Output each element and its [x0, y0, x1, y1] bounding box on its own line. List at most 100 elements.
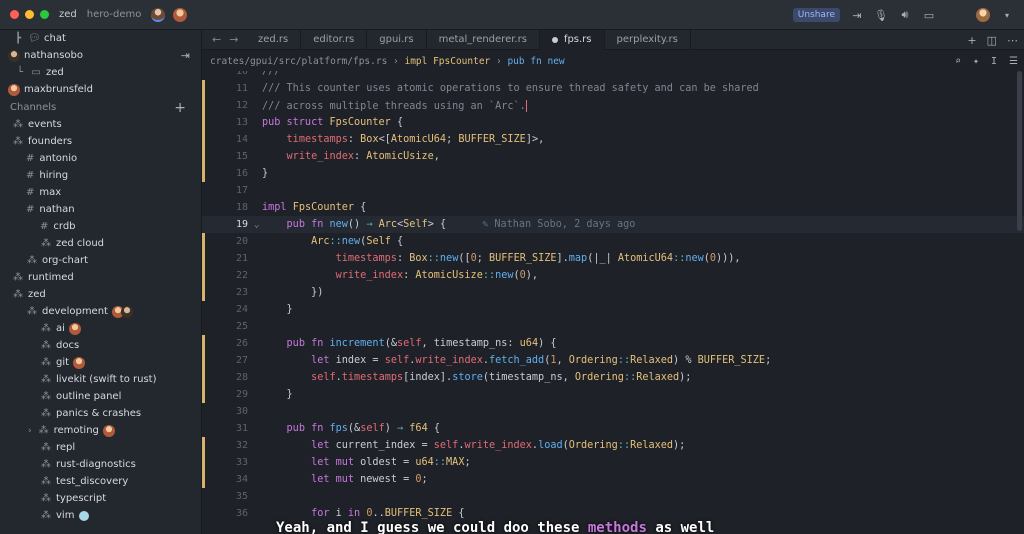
- sidebar-item-label: livekit (swift to rust): [56, 374, 157, 385]
- sidebar-item-channel[interactable]: # max: [26, 184, 61, 201]
- collab-panel: ┣ 💬︎ chat nathansobo ⇥ └ ▭ zed maxbrunsf…: [0, 30, 202, 534]
- modified-dot-icon: [551, 36, 558, 43]
- project-name[interactable]: zed: [59, 9, 77, 20]
- chat-icon: 💬︎: [28, 33, 41, 44]
- leave-call-icon[interactable]: ⇥: [850, 9, 864, 22]
- code-view[interactable]: 10/// 11/// This counter uses atomic ope…: [202, 71, 1024, 534]
- sidebar-item-channel[interactable]: ⁂ events: [12, 116, 62, 133]
- sidebar-item-label: docs: [56, 340, 80, 351]
- sidebar-item-zed-project[interactable]: └ ▭ zed: [14, 64, 64, 81]
- line-number: 20: [235, 236, 248, 247]
- minimize-window-button[interactable]: [25, 10, 34, 19]
- tab-gpui-rs[interactable]: gpui.rs: [367, 29, 427, 50]
- split-pane-icon[interactable]: ◫: [987, 34, 997, 47]
- speaker-icon[interactable]: 🔊︎: [898, 8, 912, 22]
- sidebar-item-label: hiring: [39, 170, 69, 181]
- sidebar-item-channel[interactable]: ⁂ test_discovery: [40, 473, 128, 490]
- collaborator-avatar[interactable]: [151, 7, 166, 22]
- sidebar-item-channel[interactable]: # nathan: [26, 201, 75, 218]
- code-line: 13 pub struct FpsCounter {: [202, 114, 1024, 131]
- sidebar-item-channel[interactable]: ⁂ outline panel: [40, 388, 121, 405]
- code-line: 35: [202, 488, 1024, 505]
- new-tab-icon[interactable]: +: [967, 34, 976, 47]
- sidebar-item-channel[interactable]: ⁂ development: [26, 303, 133, 320]
- assistant-sparkle-icon[interactable]: ✦: [973, 56, 979, 67]
- sidebar-item-label: antonio: [39, 153, 78, 164]
- channel-hash-icon: #: [26, 204, 35, 215]
- tab-editor-rs[interactable]: editor.rs: [301, 29, 368, 50]
- line-number: 31: [235, 423, 248, 434]
- back-arrow-icon[interactable]: ←: [212, 33, 221, 46]
- channel-hash-icon: #: [26, 153, 35, 164]
- sidebar-item-channel[interactable]: ⁂ docs: [40, 337, 79, 354]
- breadcrumb[interactable]: crates/gpui/src/platform/fps.rs › impl F…: [202, 51, 1024, 71]
- sidebar-item-channel[interactable]: # crdb: [40, 218, 76, 235]
- sidebar-item-nathansobo[interactable]: nathansobo ⇥: [8, 47, 198, 64]
- line-number: 21: [235, 253, 248, 264]
- channel-group-icon: ⁂: [38, 425, 49, 436]
- forward-arrow-icon[interactable]: →: [229, 33, 238, 46]
- maximize-window-button[interactable]: [40, 10, 49, 19]
- tab-label: fps.rs: [563, 34, 592, 45]
- sidebar-item-label: zed cloud: [56, 238, 105, 249]
- sidebar-item-channel[interactable]: ⁂ org-chart: [26, 252, 88, 269]
- window-controls: [10, 10, 49, 19]
- unshare-button[interactable]: Unshare: [792, 8, 840, 22]
- sidebar-item-channel[interactable]: # antonio: [26, 150, 77, 167]
- sidebar-item-channel[interactable]: ⁂ ai: [40, 320, 81, 337]
- sidebar-item-channel[interactable]: ⁂ vim: [40, 507, 90, 524]
- more-options-icon[interactable]: ⋯: [1007, 34, 1018, 47]
- add-channel-button[interactable]: +: [174, 100, 186, 116]
- user-menu-avatar[interactable]: [976, 8, 990, 22]
- git-blame-annotation[interactable]: Nathan Sobo, 2 days ago: [494, 219, 635, 230]
- branch-name[interactable]: hero-demo: [87, 9, 142, 20]
- chevron-right-icon[interactable]: ›: [28, 426, 32, 436]
- screen-share-icon[interactable]: ▭: [922, 9, 936, 22]
- sidebar-item-label: chat: [44, 33, 66, 44]
- sidebar-item-channel[interactable]: ⁂ founders: [12, 133, 72, 150]
- sidebar-item-channel[interactable]: ⁂ runtimed: [12, 269, 74, 286]
- channel-group-icon: ⁂: [13, 119, 23, 130]
- code-line: 27 let index = self.write_index.fetch_ad…: [202, 352, 1024, 369]
- tab-zed-rs[interactable]: zed.rs: [246, 29, 302, 50]
- sidebar-item-label: typescript: [56, 493, 107, 504]
- microphone-icon[interactable]: 🎙︎: [874, 9, 888, 22]
- sidebar-item-channel[interactable]: ⁂ zed: [12, 286, 46, 303]
- sidebar-item-channel[interactable]: ⁂ typescript: [40, 490, 106, 507]
- sidebar-item-channel[interactable]: ⁂ panics & crashes: [40, 405, 141, 422]
- breadcrumb-fn[interactable]: pub fn new: [507, 56, 564, 67]
- sidebar-item-channel[interactable]: ⁂ git: [40, 354, 86, 371]
- sidebar-item-channel[interactable]: ⁂ repl: [40, 439, 75, 456]
- sidebar-item-label: events: [28, 119, 62, 130]
- chevron-down-icon[interactable]: ⌄: [254, 220, 259, 230]
- tab-metal-renderer-rs[interactable]: metal_renderer.rs: [427, 29, 540, 50]
- line-number: 28: [235, 372, 248, 383]
- sidebar-item-channel[interactable]: # hiring: [26, 167, 68, 184]
- settings-sliders-icon[interactable]: ☰: [1009, 56, 1018, 67]
- tab-fps-rs[interactable]: fps.rs: [539, 29, 605, 50]
- line-number: 17: [235, 185, 248, 196]
- sidebar-item-maxbrunsfeld[interactable]: maxbrunsfeld: [8, 81, 93, 98]
- text-cursor-icon[interactable]: I: [991, 56, 997, 67]
- sidebar-item-label: zed: [28, 289, 46, 300]
- sidebar-item-channel[interactable]: ⁂ zed cloud: [40, 235, 104, 252]
- sidebar-item-chat[interactable]: ┣ 💬︎ chat: [12, 30, 66, 47]
- search-icon[interactable]: ⌕: [955, 56, 961, 67]
- sidebar-item-label: runtimed: [28, 272, 74, 283]
- breadcrumb-impl[interactable]: impl FpsCounter: [404, 56, 490, 67]
- chevron-down-icon[interactable]: ▾: [1000, 11, 1014, 20]
- breadcrumb-path[interactable]: crates/gpui/src/platform/fps.rs: [210, 56, 387, 67]
- close-window-button[interactable]: [10, 10, 19, 19]
- channel-group-icon: ⁂: [41, 442, 51, 453]
- sidebar-item-channel[interactable]: ⁂ rust-diagnostics: [40, 456, 136, 473]
- code-line: 28 self.timestamps[index].store(timestam…: [202, 369, 1024, 386]
- sidebar-item-channel[interactable]: › ⁂ remoting: [28, 422, 115, 439]
- scrollbar[interactable]: [1017, 71, 1022, 231]
- tab-perplexity-rs[interactable]: perplexity.rs: [605, 29, 691, 50]
- sidebar-item-label: panics & crashes: [56, 408, 142, 419]
- collaborator-cursor: [525, 99, 528, 112]
- sign-out-icon[interactable]: ⇥: [181, 49, 190, 62]
- collaborator-avatar[interactable]: [173, 7, 188, 22]
- sidebar-item-channel[interactable]: ⁂ livekit (swift to rust): [40, 371, 157, 388]
- line-number: 13: [235, 117, 248, 128]
